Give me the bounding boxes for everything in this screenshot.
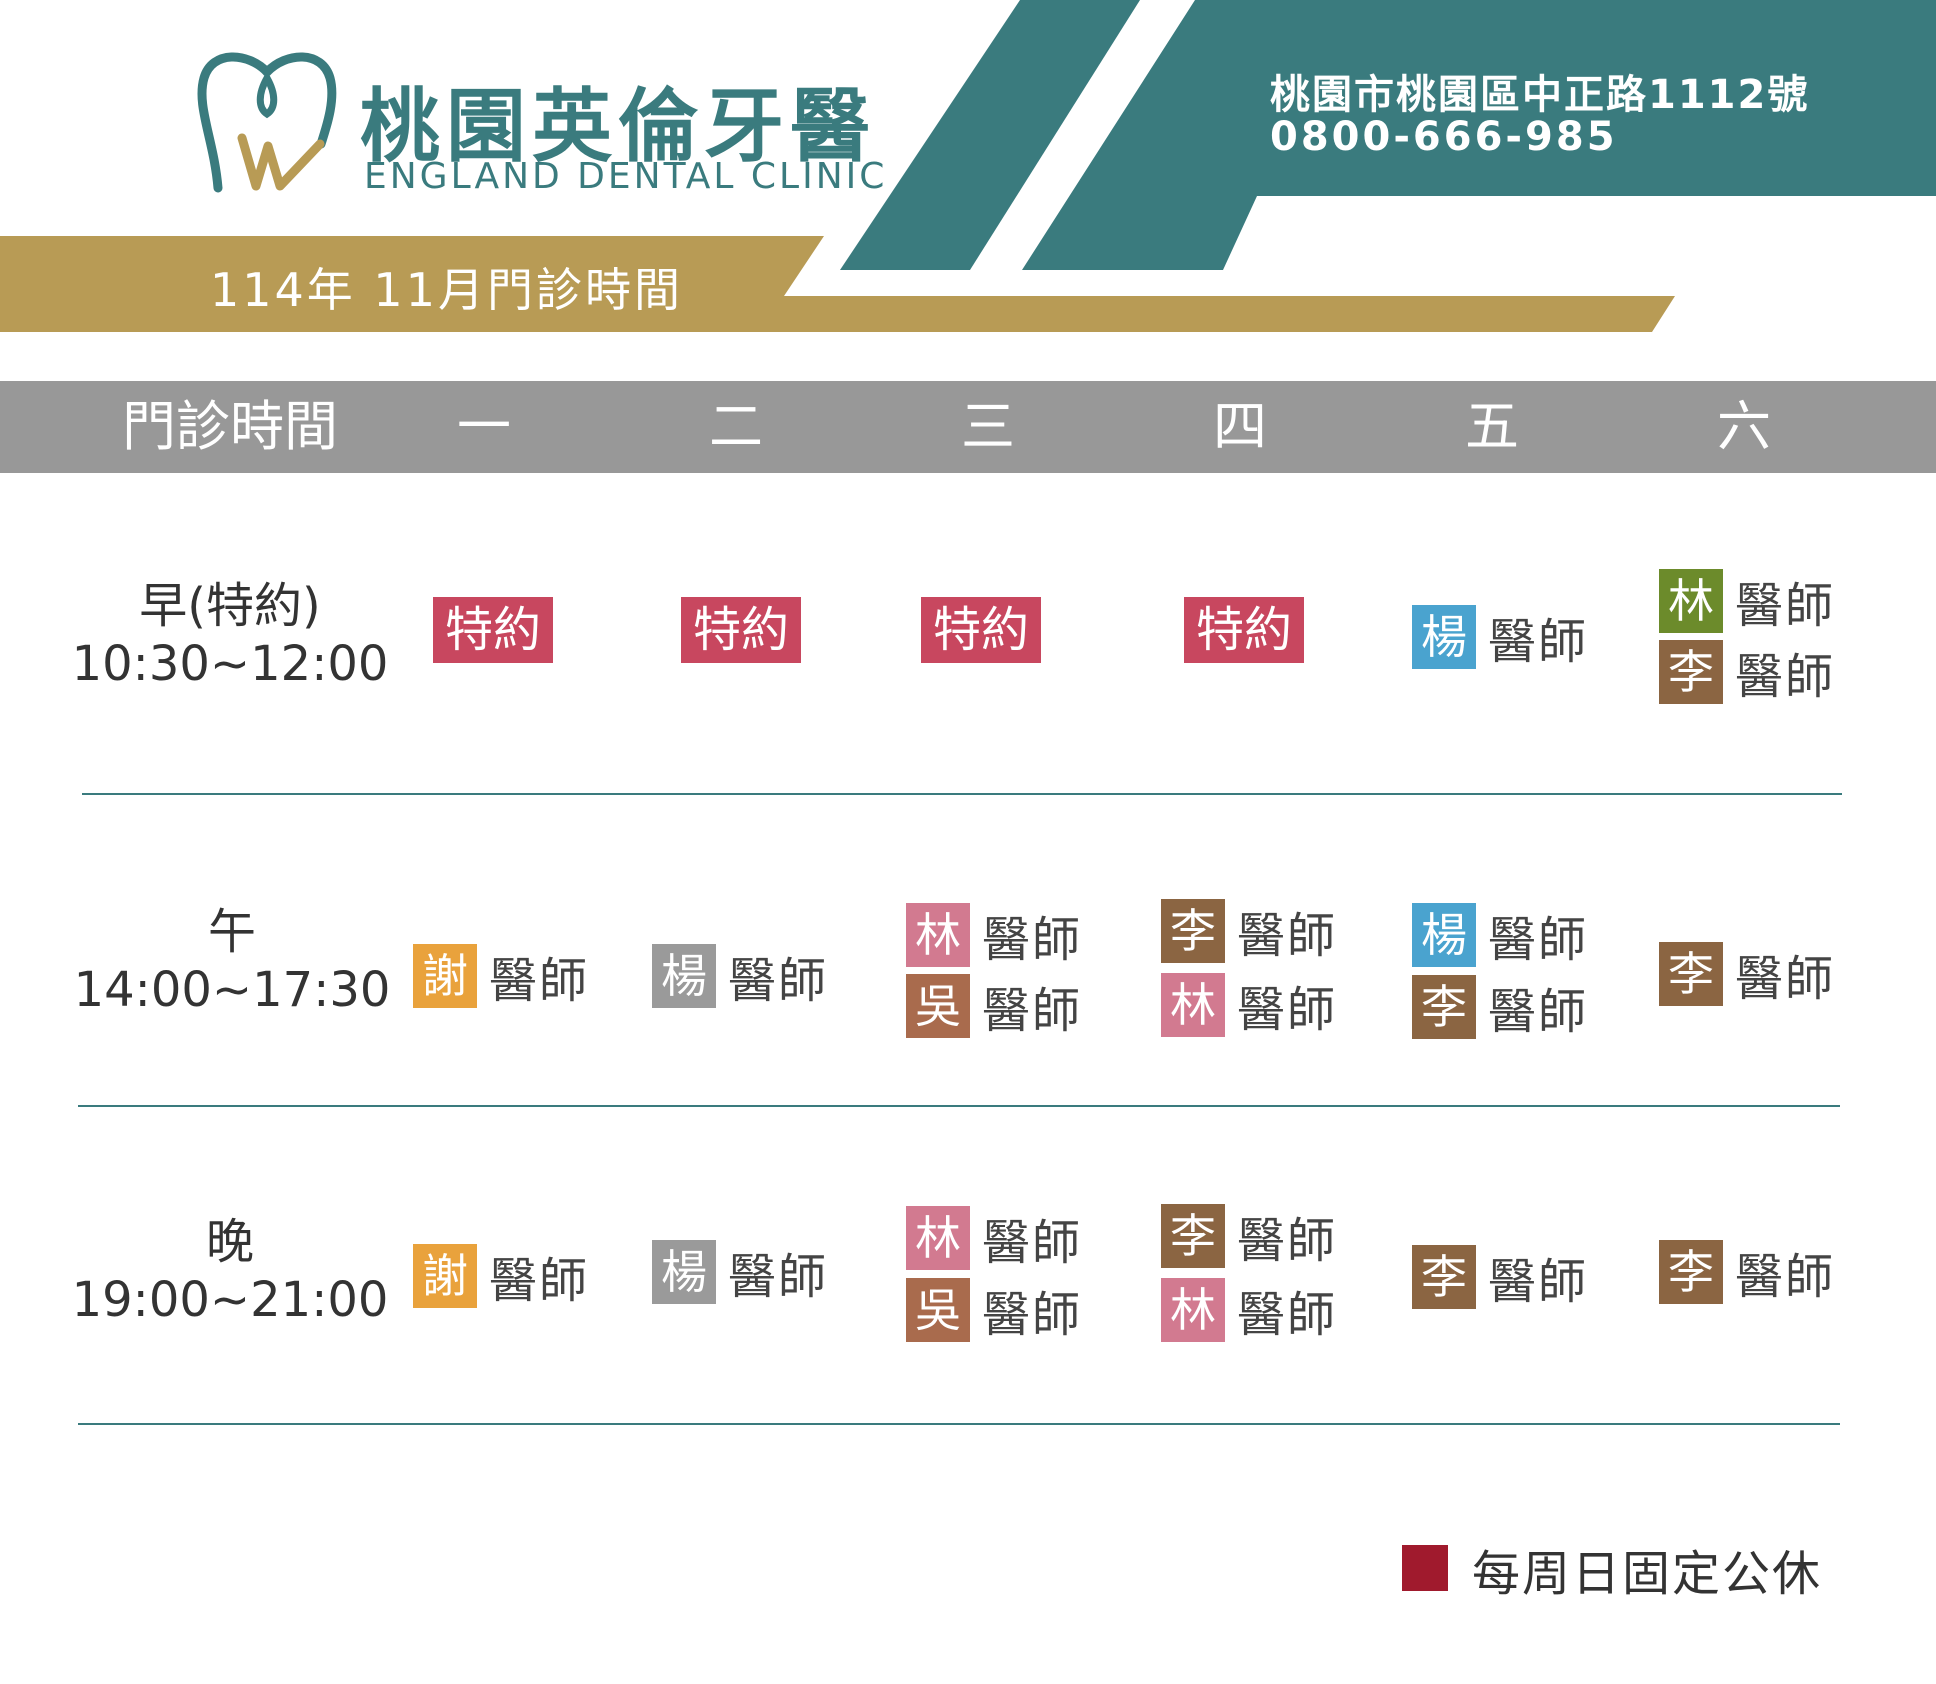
header-day-mon: 一 (457, 395, 511, 458)
doctor-title: 醫師 (1488, 1254, 1589, 1310)
doctor-title: 醫師 (982, 912, 1083, 968)
doctor-tag: 李 醫師 (1161, 1204, 1338, 1269)
doctor-tag: 李 醫師 (1412, 975, 1589, 1040)
header-day-thu: 四 (1213, 395, 1267, 458)
special-appointment-badge: 特約 (681, 597, 801, 663)
doctor-surname-badge: 李 (1659, 942, 1723, 1006)
time-slot-evening: 晚 19:00~21:00 (70, 1213, 390, 1329)
header-day-sat: 六 (1717, 395, 1771, 458)
doctor-tag: 林 醫師 (906, 903, 1083, 968)
doctor-surname-badge: 李 (1659, 640, 1723, 704)
doctor-tag: 李 醫師 (1659, 942, 1836, 1007)
doctor-title: 醫師 (1735, 649, 1836, 705)
doctor-tag: 李 醫師 (1659, 1240, 1836, 1305)
doctor-tag: 林 醫師 (1161, 973, 1338, 1038)
doctor-surname-badge: 楊 (1412, 605, 1476, 669)
doctor-tag: 楊 醫師 (652, 1240, 829, 1305)
doctor-tag: 楊 醫師 (1412, 903, 1589, 968)
doctor-surname-badge: 林 (906, 1206, 970, 1270)
time-slot-hours: 10:30~12:00 (71, 636, 389, 692)
doctor-tag: 吳 醫師 (906, 1278, 1083, 1343)
header-day-tue: 二 (709, 395, 763, 458)
doctor-tag: 李 醫師 (1659, 640, 1836, 705)
special-appointment-badge: 特約 (433, 597, 553, 663)
doctor-title: 醫師 (1237, 1213, 1338, 1269)
doctor-surname-badge: 李 (1412, 975, 1476, 1039)
doctor-title: 醫師 (1488, 614, 1589, 670)
doctor-title: 醫師 (1237, 982, 1338, 1038)
schedule-header: 門診時間 一 二 三 四 五 六 (0, 381, 1936, 473)
clinic-name-en: ENGLAND DENTAL CLINIC (364, 156, 888, 197)
doctor-surname-badge: 李 (1659, 1240, 1723, 1304)
doctor-surname-badge: 林 (1659, 569, 1723, 633)
doctor-surname-badge: 謝 (413, 1244, 477, 1308)
month-title: 114年 11月門診時間 (210, 263, 683, 317)
doctor-surname-badge: 楊 (1412, 903, 1476, 967)
doctor-tag: 李 醫師 (1161, 899, 1338, 964)
time-slot-name: 午 (207, 904, 256, 960)
doctor-title: 醫師 (1735, 1249, 1836, 1305)
doctor-surname-badge: 林 (1161, 973, 1225, 1037)
doctor-title: 醫師 (728, 1249, 829, 1305)
doctor-title: 醫師 (489, 953, 590, 1009)
doctor-tag: 林 醫師 (1161, 1278, 1338, 1343)
doctor-tag: 楊 醫師 (1412, 605, 1589, 670)
doctor-surname-badge: 李 (1161, 1204, 1225, 1268)
time-slot-morning: 早(特約) 10:30~12:00 (70, 577, 390, 693)
closed-legend-text: 每周日固定公休 (1472, 1546, 1823, 1602)
time-slot-hours: 14:00~17:30 (73, 962, 391, 1018)
doctor-surname-badge: 林 (1161, 1278, 1225, 1342)
doctor-tag: 楊 醫師 (652, 944, 829, 1009)
header-day-wed: 三 (961, 395, 1015, 458)
doctor-tag: 林 醫師 (1659, 569, 1836, 634)
doctor-tag: 林 醫師 (906, 1206, 1083, 1271)
header-time-label: 門診時間 (122, 395, 338, 458)
time-slot-afternoon: 午 14:00~17:30 (72, 903, 392, 1019)
doctor-surname-badge: 林 (906, 903, 970, 967)
time-slot-name: 晚 (205, 1214, 254, 1270)
logo (196, 48, 338, 202)
doctor-tag: 謝 醫師 (413, 1244, 590, 1309)
time-slot-name: 早(特約) (139, 578, 321, 634)
doctor-surname-badge: 楊 (652, 944, 716, 1008)
header-day-fri: 五 (1465, 395, 1519, 458)
doctor-title: 醫師 (982, 1215, 1083, 1271)
doctor-surname-badge: 吳 (906, 974, 970, 1038)
doctor-title: 醫師 (1488, 984, 1589, 1040)
row-divider (78, 1105, 1840, 1107)
doctor-title: 醫師 (1735, 578, 1836, 634)
doctor-surname-badge: 李 (1412, 1245, 1476, 1309)
doctor-title: 醫師 (1237, 1287, 1338, 1343)
doctor-surname-badge: 李 (1161, 899, 1225, 963)
special-appointment-badge: 特約 (921, 597, 1041, 663)
doctor-title: 醫師 (489, 1253, 590, 1309)
doctor-title: 醫師 (1735, 951, 1836, 1007)
doctor-title: 醫師 (1237, 908, 1338, 964)
doctor-title: 醫師 (982, 1287, 1083, 1343)
doctor-title: 醫師 (728, 953, 829, 1009)
doctor-title: 醫師 (982, 983, 1083, 1039)
clinic-phone: 0800-666-985 (1270, 114, 1618, 160)
row-divider (78, 1423, 1840, 1425)
doctor-title: 醫師 (1488, 912, 1589, 968)
clinic-address: 桃園市桃園區中正路1112號 (1270, 72, 1810, 118)
doctor-tag: 李 醫師 (1412, 1245, 1589, 1310)
doctor-surname-badge: 楊 (652, 1240, 716, 1304)
doctor-surname-badge: 吳 (906, 1278, 970, 1342)
doctor-tag: 吳 醫師 (906, 974, 1083, 1039)
doctor-surname-badge: 謝 (413, 944, 477, 1008)
closed-legend-swatch (1402, 1545, 1448, 1591)
time-slot-hours: 19:00~21:00 (71, 1272, 389, 1328)
doctor-tag: 謝 醫師 (413, 944, 590, 1009)
row-divider (82, 793, 1842, 795)
tooth-icon (197, 52, 337, 193)
special-appointment-badge: 特約 (1184, 597, 1304, 663)
